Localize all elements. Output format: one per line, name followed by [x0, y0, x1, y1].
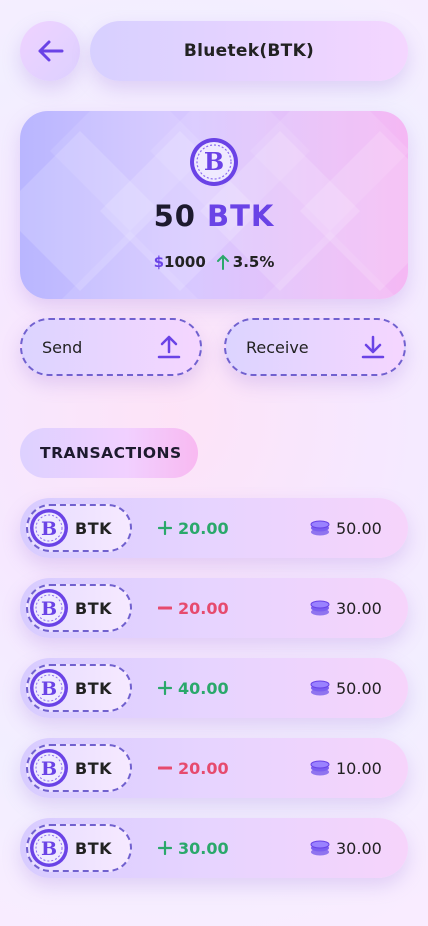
- transaction-balance: 10.00: [310, 738, 382, 798]
- balance-amount: 50.00: [336, 518, 382, 538]
- token-chip: B BTK: [26, 584, 132, 632]
- page-title: Bluetek(BTK): [90, 21, 408, 81]
- balance-amount: 30.00: [336, 838, 382, 858]
- transaction-row[interactable]: B BTK 20.00 10.00: [20, 738, 408, 798]
- coin-stack-icon: [310, 520, 330, 536]
- balance-amount: 10.00: [336, 758, 382, 778]
- receive-button[interactable]: Receive: [224, 318, 406, 376]
- change-amount: 20.00: [178, 518, 229, 538]
- token-chip: B BTK: [26, 744, 132, 792]
- btk-coin-icon: B: [190, 138, 238, 186]
- transaction-change: 20.00: [158, 498, 229, 558]
- transaction-row[interactable]: B BTK 40.00 50.00: [20, 658, 408, 718]
- svg-text:B: B: [204, 147, 224, 176]
- token-chip: B BTK: [26, 824, 132, 872]
- svg-text:B: B: [41, 678, 57, 700]
- receive-label: Receive: [246, 337, 309, 357]
- balance-amount: 50.00: [336, 678, 382, 698]
- change-amount: 20.00: [178, 598, 229, 618]
- upload-arrow-icon: [157, 335, 181, 359]
- arrow-up-icon: [216, 254, 229, 270]
- coin-stack-icon: [310, 840, 330, 856]
- plus-icon: [158, 521, 172, 535]
- token-symbol: BTK: [75, 758, 113, 778]
- balance-card: B 50 BTK $1000 3.5%: [20, 111, 408, 299]
- usd-amount: 1000: [164, 253, 206, 271]
- download-arrow-icon: [361, 335, 385, 359]
- transaction-change: 40.00: [158, 658, 229, 718]
- transaction-row[interactable]: B BTK 20.00 30.00: [20, 578, 408, 638]
- transaction-change: 20.00: [158, 578, 229, 638]
- btk-coin-icon: B: [30, 749, 68, 787]
- btk-coin-icon: B: [30, 829, 68, 867]
- transaction-balance: 30.00: [310, 578, 382, 638]
- back-button[interactable]: [20, 21, 80, 81]
- send-button[interactable]: Send: [20, 318, 202, 376]
- plus-icon: [158, 841, 172, 855]
- svg-text:B: B: [41, 838, 57, 860]
- svg-text:B: B: [41, 758, 57, 780]
- change-amount: 20.00: [178, 758, 229, 778]
- btk-coin-icon: B: [30, 509, 68, 547]
- balance-value: 50: [153, 199, 196, 233]
- token-symbol: BTK: [75, 838, 113, 858]
- change-amount: 30.00: [178, 838, 229, 858]
- transaction-row[interactable]: B BTK 20.00 50.00: [20, 498, 408, 558]
- transaction-change: 20.00: [158, 738, 229, 798]
- coin-stack-icon: [310, 680, 330, 696]
- svg-text:B: B: [41, 598, 57, 620]
- change-percent: 3.5%: [232, 253, 275, 271]
- minus-icon: [158, 766, 172, 770]
- btk-coin-icon: B: [30, 669, 68, 707]
- token-symbol: BTK: [75, 678, 113, 698]
- send-label: Send: [42, 337, 83, 357]
- transaction-change: 30.00: [158, 818, 229, 878]
- arrow-left-icon: [38, 40, 64, 62]
- transaction-balance: 30.00: [310, 818, 382, 878]
- dollar-sign: $: [153, 253, 165, 271]
- minus-icon: [158, 606, 172, 610]
- balance-amount: 30.00: [336, 598, 382, 618]
- balance-amount: 50 BTK: [20, 199, 408, 233]
- balance-stats: $1000 3.5%: [20, 253, 408, 271]
- transaction-balance: 50.00: [310, 498, 382, 558]
- btk-coin-icon: B: [30, 589, 68, 627]
- change-amount: 40.00: [178, 678, 229, 698]
- balance-symbol: BTK: [207, 199, 275, 233]
- change-value: 3.5%: [216, 253, 275, 271]
- token-chip: B BTK: [26, 664, 132, 712]
- token-symbol: BTK: [75, 518, 113, 538]
- transactions-heading: TRANSACTIONS: [20, 428, 198, 478]
- coin-stack-icon: [310, 760, 330, 776]
- plus-icon: [158, 681, 172, 695]
- token-chip: B BTK: [26, 504, 132, 552]
- usd-value: $1000: [154, 253, 206, 271]
- token-symbol: BTK: [75, 598, 113, 618]
- transaction-balance: 50.00: [310, 658, 382, 718]
- coin-stack-icon: [310, 600, 330, 616]
- transaction-row[interactable]: B BTK 30.00 30.00: [20, 818, 408, 878]
- svg-text:B: B: [41, 518, 57, 540]
